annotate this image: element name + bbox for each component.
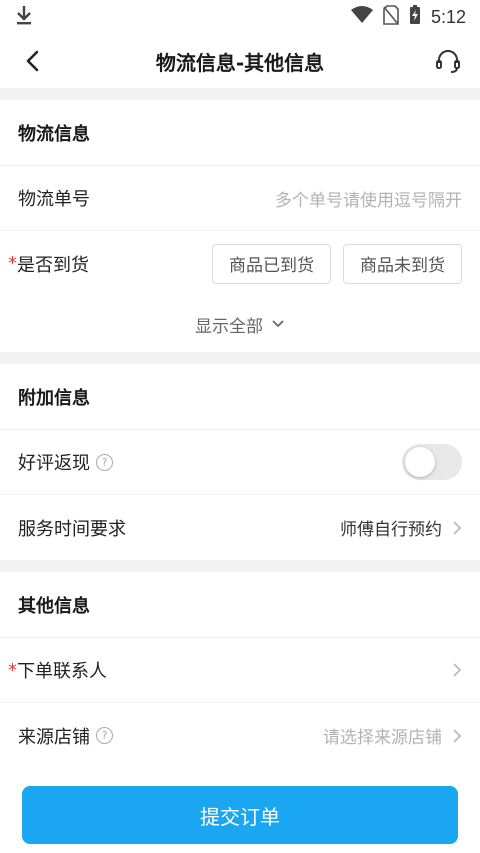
- arrival-status-row: * 是否到货 商品已到货 商品未到货: [0, 231, 480, 296]
- nav-bar: 物流信息-其他信息: [0, 34, 480, 88]
- cashback-row: 好评返现 ?: [0, 430, 480, 495]
- chevron-left-icon: [26, 50, 39, 72]
- chevron-down-icon: [272, 320, 284, 328]
- chevron-right-icon: [452, 520, 462, 536]
- headset-icon: [436, 50, 460, 73]
- option-arrived-button[interactable]: 商品已到货: [212, 243, 331, 284]
- extra-section-title: 附加信息: [0, 364, 480, 430]
- show-all-label: 显示全部: [195, 316, 263, 337]
- battery-charging-icon: [409, 4, 421, 30]
- extra-section: 附加信息 好评返现 ? 服务时间要求 师傅自行预约: [0, 364, 480, 560]
- section-gap: [0, 88, 480, 100]
- logistics-section: 物流信息 物流单号 多个单号请使用逗号隔开 * 是否到货 商品已到货 商品未到货…: [0, 100, 480, 352]
- cashback-toggle[interactable]: [402, 444, 462, 480]
- wifi-icon: [350, 5, 373, 29]
- chevron-right-icon: [452, 728, 462, 744]
- service-time-value: 师傅自行预约: [340, 515, 462, 540]
- source-store-value: 请选择来源店铺: [323, 723, 462, 748]
- section-gap: [0, 352, 480, 364]
- show-all-button[interactable]: 显示全部: [0, 296, 480, 352]
- required-mark: *: [8, 659, 17, 681]
- no-sim-icon: [383, 4, 399, 30]
- tracking-number-input[interactable]: 多个单号请使用逗号隔开: [275, 186, 462, 211]
- customer-service-button[interactable]: [430, 43, 466, 79]
- service-time-row[interactable]: 服务时间要求 师傅自行预约: [0, 495, 480, 560]
- option-not-arrived-button[interactable]: 商品未到货: [343, 243, 462, 284]
- chevron-right-icon: [452, 662, 462, 678]
- required-mark: *: [8, 253, 17, 274]
- help-icon[interactable]: ?: [96, 453, 113, 471]
- source-store-label: 来源店铺 ?: [18, 723, 113, 749]
- cashback-label: 好评返现 ?: [18, 449, 113, 475]
- submit-bar: 提交订单: [0, 777, 480, 853]
- arrival-status-label: * 是否到货: [8, 253, 89, 276]
- source-store-row[interactable]: 来源店铺 ? 请选择来源店铺: [0, 703, 480, 768]
- page-title: 物流信息-其他信息: [155, 50, 325, 75]
- other-section-title: 其他信息: [0, 572, 480, 638]
- tracking-number-row[interactable]: 物流单号 多个单号请使用逗号隔开: [0, 166, 480, 231]
- submit-order-button[interactable]: 提交订单: [22, 786, 458, 844]
- order-contact-row[interactable]: * 下单联系人: [0, 638, 480, 703]
- other-section: 其他信息 * 下单联系人 来源店铺 ? 请选择来源店铺: [0, 572, 480, 768]
- status-time: 5:12: [430, 6, 466, 27]
- back-button[interactable]: [14, 43, 50, 79]
- order-contact-label: * 下单联系人: [8, 659, 107, 683]
- arrival-options: 商品已到货 商品未到货: [212, 243, 462, 284]
- download-icon: [14, 4, 34, 30]
- service-time-label: 服务时间要求: [18, 518, 126, 540]
- section-gap: [0, 560, 480, 572]
- status-bar: 5:12: [0, 0, 480, 34]
- tracking-number-label: 物流单号: [18, 189, 90, 210]
- logistics-section-title: 物流信息: [0, 100, 480, 166]
- help-icon[interactable]: ?: [96, 727, 113, 744]
